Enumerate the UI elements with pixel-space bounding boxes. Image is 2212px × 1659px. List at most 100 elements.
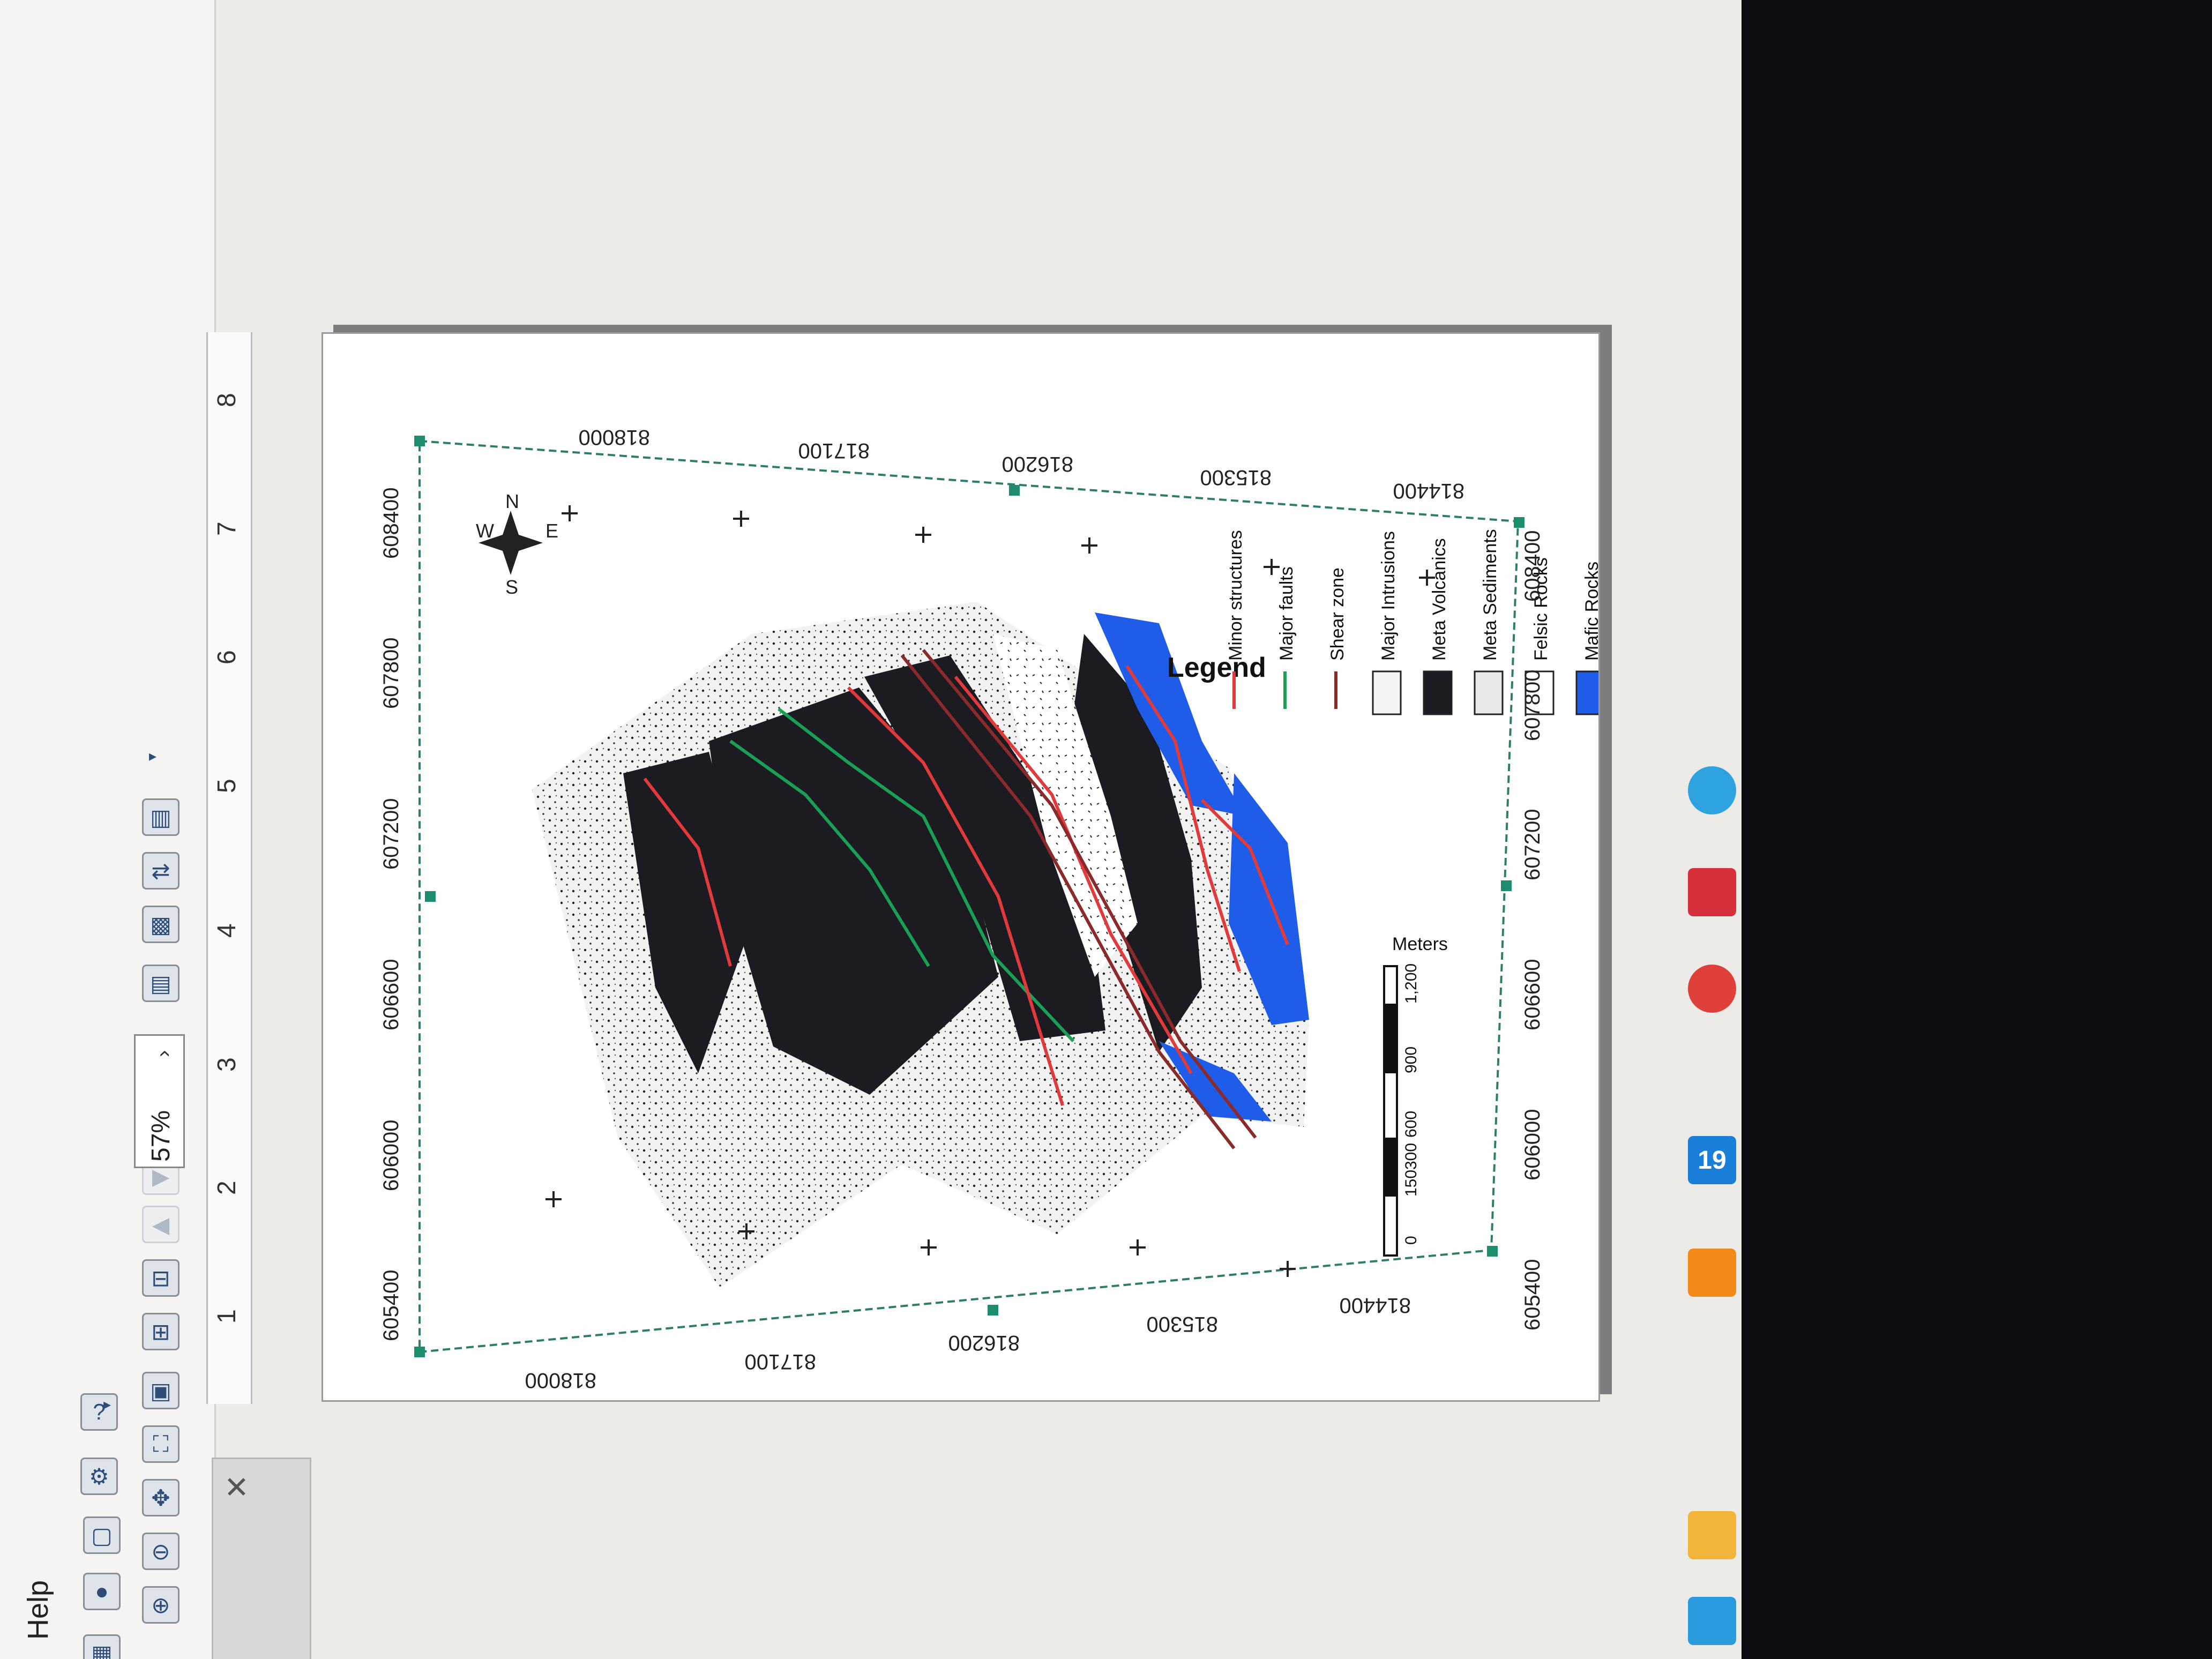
close-icon[interactable]: ✕ (224, 1470, 249, 1505)
fixed-zoom-in-icon[interactable]: ⊞ (142, 1313, 180, 1350)
zoom-percent-value: 57% (147, 1110, 175, 1162)
legend-item: Major faults (1276, 566, 1297, 709)
northing-label: 815300 (1147, 1312, 1218, 1336)
ruler-mark: 3 (213, 1057, 241, 1072)
legend-swatch (1372, 670, 1402, 715)
northing-label: 815300 (1200, 466, 1272, 489)
legend-swatch (1423, 670, 1453, 715)
selection-handle[interactable] (988, 1305, 998, 1316)
legend-label: Meta Volcanics (1429, 538, 1449, 661)
ruler-mark: 2 (213, 1180, 241, 1195)
easting-label: 606600 (379, 959, 403, 1030)
ruler-mark: 8 (213, 393, 241, 407)
easting-label: 606000 (379, 1120, 403, 1191)
selection-handle[interactable] (1009, 485, 1020, 496)
scale-bar[interactable]: 0 150300 600 900 1,200 Meters (1383, 934, 1448, 1257)
scale-tick-label: 300 (1402, 1143, 1420, 1170)
selection-handle[interactable] (414, 1347, 425, 1357)
easting-label: 606600 (1521, 959, 1544, 1030)
northing-label: 817100 (745, 1350, 816, 1373)
docked-panel: ✕ (212, 1458, 311, 1659)
legend-label: Shear zone (1327, 567, 1348, 661)
legend-item: Meta Volcanics (1423, 538, 1453, 715)
selection-handle[interactable] (1501, 880, 1512, 891)
legend-label: Mafic Rocks (1582, 562, 1598, 661)
legend-label: Major faults (1276, 566, 1297, 661)
zoom-100-icon[interactable]: ▣ (142, 1372, 180, 1409)
ruler-mark: 1 (213, 1309, 241, 1324)
pan-page-icon[interactable]: ✥ (142, 1479, 180, 1516)
scale-tick-label: 600 (1402, 1111, 1420, 1138)
northing-label: 814400 (1393, 479, 1464, 503)
north-arrow-s: S (505, 576, 518, 598)
go-back-extent-icon[interactable]: ◀ (142, 1206, 180, 1243)
app-red-icon[interactable] (1688, 868, 1736, 916)
northing-label: 814400 (1340, 1294, 1411, 1317)
north-arrow-n: N (505, 490, 519, 512)
legend-item: Shear zone (1327, 567, 1348, 709)
layer-icon[interactable]: ▦ (83, 1634, 121, 1659)
legend-title: Legend (1167, 652, 1266, 683)
app-19-icon[interactable]: 19 (1688, 1136, 1736, 1184)
scale-tick-label: 1,200 (1402, 963, 1420, 1004)
northing-label: 818000 (579, 425, 650, 449)
northing-label: 817100 (798, 439, 870, 462)
zoom-percent-dropdown[interactable]: 57% › (134, 1034, 185, 1168)
file-explorer-icon[interactable] (1688, 1511, 1736, 1559)
northing-label: 816200 (1002, 452, 1073, 476)
selection-handle[interactable] (1514, 517, 1525, 528)
geology-map: W E N S Legend Minor structures Major fau… (379, 425, 1598, 1392)
zoom-out-page-icon[interactable]: ⊖ (142, 1533, 180, 1570)
ruler-mark: 6 (213, 650, 241, 664)
selection-handle[interactable] (425, 891, 436, 902)
zoom-whole-page-icon[interactable]: ⛶ (142, 1425, 180, 1463)
globe-icon[interactable] (1688, 766, 1736, 814)
northing-label: 816200 (948, 1331, 1020, 1355)
fixed-zoom-out-icon[interactable]: ⊟ (142, 1259, 180, 1297)
legend-item: Major Intrusions (1372, 531, 1402, 715)
add-data-icon[interactable]: ● (83, 1573, 121, 1610)
easting-label: 607200 (379, 798, 403, 870)
north-arrow-w: W (476, 520, 494, 542)
toggle-draft-mode-icon[interactable]: ▤ (142, 965, 180, 1002)
selection-handle[interactable] (1487, 1246, 1498, 1257)
selection-handle[interactable] (414, 436, 425, 446)
legend-item: Mafic Rocks (1575, 562, 1598, 715)
chrome-icon[interactable] (1688, 965, 1736, 1013)
layout-page: W E N S Legend Minor structures Major fau… (322, 332, 1600, 1402)
easting-label: 606000 (1521, 1109, 1544, 1180)
legend-label: Major Intrusions (1378, 531, 1399, 661)
data-driven-pages-icon[interactable]: ▥ (142, 798, 180, 836)
vlc-icon[interactable] (1688, 1249, 1736, 1297)
legend-label: Minor structures (1225, 530, 1246, 661)
toolbar-overflow-icon-2[interactable]: ▸ (142, 745, 163, 766)
edge-icon[interactable] (1688, 1597, 1736, 1645)
focus-data-frame-icon[interactable]: ▩ (142, 906, 180, 943)
ruler-mark: 7 (213, 521, 241, 536)
layout-window: Help ▦ ● ▢ ⚙ ? ▸ ⊕ ⊖ ✥ ⛶ ▣ ⊞ ⊟ ◀ ▶ 57% ›… (0, 0, 1742, 1659)
easting-label: 607200 (1521, 809, 1544, 880)
north-arrow-e: E (545, 520, 558, 542)
windows-taskbar: 19 (1688, 0, 2212, 1659)
legend-swatch (1575, 670, 1598, 715)
easting-label: 608400 (379, 488, 403, 559)
layout-view-icon[interactable]: ▢ (83, 1516, 121, 1554)
toolbar-overflow-icon[interactable]: ▸ (96, 1393, 118, 1415)
scale-tick-label: 0 (1402, 1236, 1420, 1245)
change-layout-icon[interactable]: ⇄ (142, 852, 180, 890)
ruler-mark: 5 (213, 779, 241, 793)
easting-label: 607800 (379, 638, 403, 709)
easting-label: 605400 (1521, 1259, 1544, 1331)
geology-units (532, 602, 1309, 1288)
easting-label: 608400 (1521, 530, 1544, 602)
legend-label: Meta Sediments (1480, 529, 1500, 661)
easting-label: 605400 (379, 1270, 403, 1341)
north-arrow: W E N S (476, 490, 558, 598)
toolbar-area: Help ▦ ● ▢ ⚙ ? ▸ ⊕ ⊖ ✥ ⛶ ▣ ⊞ ⊟ ◀ ▶ 57% ›… (0, 0, 216, 1659)
menu-help[interactable]: Help (21, 1580, 55, 1640)
easting-label: 607800 (1521, 670, 1544, 741)
zoom-in-page-icon[interactable]: ⊕ (142, 1586, 180, 1624)
legend-swatch (1474, 670, 1504, 715)
model-builder-icon[interactable]: ⚙ (80, 1458, 118, 1495)
scale-tick-label: 900 (1402, 1047, 1420, 1073)
